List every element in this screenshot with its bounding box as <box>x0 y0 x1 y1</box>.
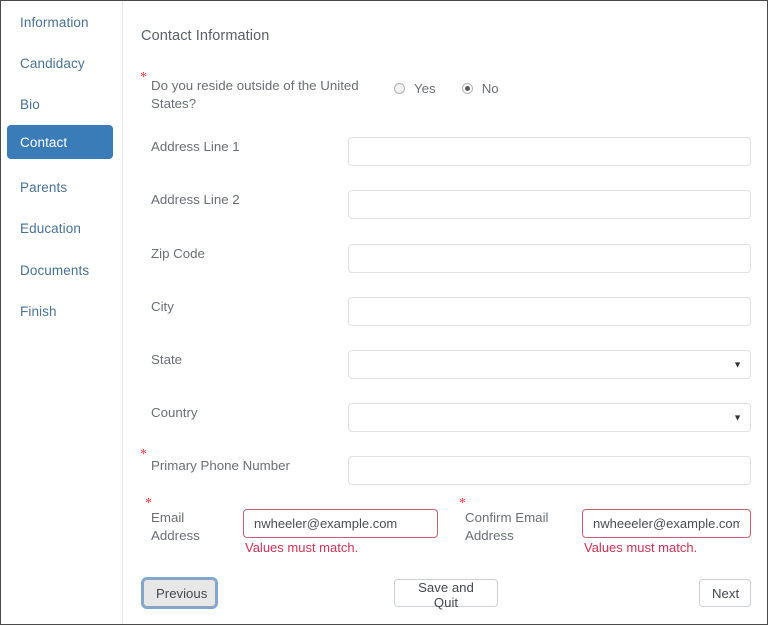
form-row-state: State ▼ <box>124 350 768 390</box>
city-label: City <box>151 298 351 316</box>
sidebar-item-bio[interactable]: Bio <box>7 87 113 121</box>
form-row-country: Country ▼ <box>124 403 768 443</box>
radio-yes-icon[interactable] <box>394 83 405 94</box>
confirm-email-label-line2: Address <box>465 527 555 545</box>
residency-question-label: Do you reside outside of the United Stat… <box>151 77 379 113</box>
previous-button[interactable]: Previous <box>143 579 216 607</box>
sidebar-item-label: Documents <box>7 263 89 278</box>
confirm-email-address-error: Values must match. <box>584 540 697 555</box>
sidebar-item-information[interactable]: Information <box>7 5 113 39</box>
radio-no-label: No <box>482 81 499 96</box>
email-address-label-line1: Email <box>151 509 221 527</box>
zip-code-label: Zip Code <box>151 245 351 263</box>
form-row-city: City <box>124 297 768 337</box>
sidebar-item-label: Candidacy <box>7 56 85 71</box>
zip-code-input[interactable] <box>348 244 751 273</box>
address-line-2-label: Address Line 2 <box>151 191 351 209</box>
form-row-address-line-2: Address Line 2 <box>124 190 768 230</box>
state-label: State <box>151 351 351 369</box>
sidebar-item-documents[interactable]: Documents <box>7 253 113 287</box>
sidebar-item-candidacy[interactable]: Candidacy <box>7 46 113 80</box>
form-row-residency: * Do you reside outside of the United St… <box>124 75 768 115</box>
radio-yes-label: Yes <box>414 81 436 96</box>
address-line-1-input[interactable] <box>348 137 751 166</box>
form-row-zip-code: Zip Code <box>124 244 768 284</box>
sidebar-item-label: Parents <box>7 180 67 195</box>
country-select[interactable]: ▼ <box>348 403 751 432</box>
residency-radio-group[interactable]: Yes No <box>394 81 499 96</box>
required-asterisk-icon: * <box>140 448 147 462</box>
save-and-quit-button[interactable]: Save and Quit <box>394 579 498 607</box>
primary-phone-input[interactable] <box>348 456 751 485</box>
chevron-down-icon: ▼ <box>733 360 742 369</box>
sidebar-item-contact[interactable]: Contact <box>7 125 113 159</box>
form-row-address-line-1: Address Line 1 <box>124 137 768 177</box>
confirm-email-label-line1: Confirm Email <box>465 509 555 527</box>
sidebar-item-label: Education <box>7 221 81 236</box>
radio-option-no[interactable]: No <box>462 81 499 96</box>
state-select[interactable]: ▼ <box>348 350 751 379</box>
chevron-down-icon: ▼ <box>733 413 742 422</box>
email-address-input[interactable] <box>243 509 438 538</box>
address-line-2-input[interactable] <box>348 190 751 219</box>
sidebar-item-label: Finish <box>7 304 57 319</box>
radio-option-yes[interactable]: Yes <box>394 81 436 96</box>
sidebar-item-label: Contact <box>7 135 67 150</box>
email-address-error: Values must match. <box>245 540 358 555</box>
radio-no-icon[interactable] <box>462 83 473 94</box>
address-line-1-label: Address Line 1 <box>151 138 351 156</box>
email-address-label-line2: Address <box>151 527 221 545</box>
contact-form-panel: Contact Information * Do you reside outs… <box>124 1 767 624</box>
primary-phone-label: Primary Phone Number <box>151 457 351 475</box>
application-window: Information Candidacy Bio Contact Parent… <box>0 0 768 625</box>
sidebar-item-label: Information <box>7 15 89 30</box>
next-button[interactable]: Next <box>699 579 751 607</box>
sidebar-item-label: Bio <box>7 97 40 112</box>
sidebar-navigation: Information Candidacy Bio Contact Parent… <box>1 1 123 625</box>
page-title: Contact Information <box>141 28 269 44</box>
country-label: Country <box>151 404 351 422</box>
form-row-primary-phone: * Primary Phone Number <box>124 456 768 496</box>
required-asterisk-icon: * <box>140 71 147 85</box>
confirm-email-address-input[interactable] <box>582 509 751 538</box>
city-input[interactable] <box>348 297 751 326</box>
sidebar-item-finish[interactable]: Finish <box>7 294 113 328</box>
sidebar-item-parents[interactable]: Parents <box>7 170 113 204</box>
sidebar-item-education[interactable]: Education <box>7 211 113 245</box>
